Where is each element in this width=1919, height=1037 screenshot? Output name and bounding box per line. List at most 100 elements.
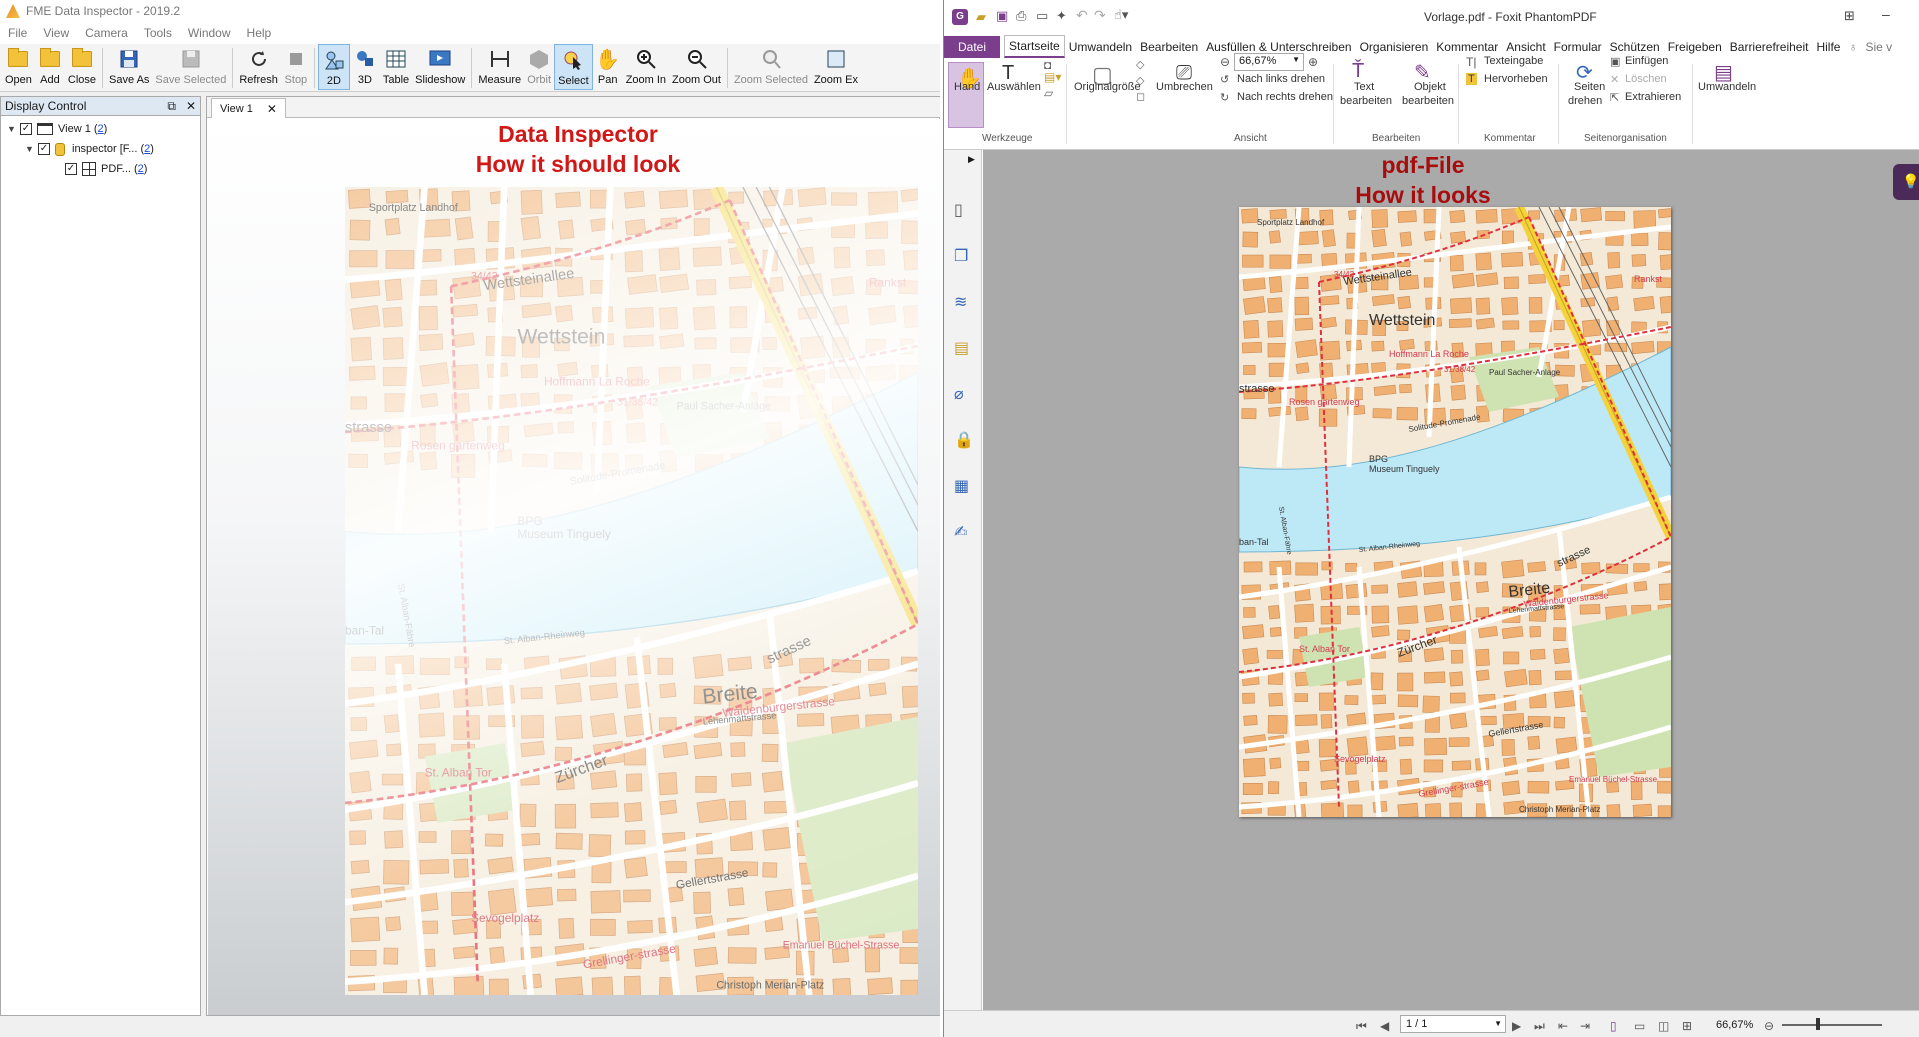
last-page-icon[interactable]: ⏭: [1534, 1019, 1545, 1034]
menu-tools[interactable]: Tools: [136, 26, 180, 40]
originalgroesse-button[interactable]: Originalgröße: [1074, 81, 1141, 93]
hervorheben-button[interactable]: Hervorheben: [1484, 73, 1548, 85]
stop-button[interactable]: Stop: [281, 44, 311, 90]
assistant-tab[interactable]: 💡: [1893, 164, 1919, 200]
tree-row-pdf[interactable]: ✓ PDF... (2): [65, 161, 147, 177]
forward-view-icon[interactable]: ⇥: [1580, 1019, 1590, 1033]
print-icon[interactable]: ⎙: [1016, 8, 1026, 24]
close-tab-icon[interactable]: ✕: [267, 102, 277, 116]
zoom-in-icon[interactable]: ⊕: [1308, 55, 1318, 69]
save-selected-button[interactable]: Save Selected: [152, 44, 229, 90]
einfuegen-button[interactable]: Einfügen: [1625, 55, 1668, 67]
measure-button[interactable]: Measure: [475, 44, 524, 90]
new-icon[interactable]: ✦: [1056, 8, 1067, 24]
tree-row-view[interactable]: ▼ ✓ View 1 (2): [7, 121, 107, 137]
back-view-icon[interactable]: ⇤: [1558, 1019, 1568, 1033]
tab-organisieren[interactable]: Organisieren: [1356, 40, 1433, 58]
add-button[interactable]: Add: [35, 44, 65, 90]
loeschen-button[interactable]: Löschen: [1625, 73, 1667, 85]
expand-panel-icon[interactable]: ▶: [968, 154, 975, 165]
zoom-selected-button[interactable]: Zoom Selected: [731, 44, 811, 90]
single-page-icon[interactable]: ▯: [1610, 1019, 1617, 1033]
menu-window[interactable]: Window: [180, 26, 239, 40]
fit-page-icon[interactable]: ◇: [1136, 58, 1144, 71]
tab-barrierefreiheit[interactable]: Barrierefreiheit: [1726, 40, 1813, 58]
menu-help[interactable]: Help: [239, 26, 280, 40]
zoom-out-button[interactable]: Zoom Out: [669, 44, 724, 90]
auswaehlen-button[interactable]: Auswählen: [987, 81, 1041, 93]
pages-icon[interactable]: ❐: [954, 246, 968, 266]
rotate-right-button[interactable]: Nach rechts drehen: [1237, 91, 1333, 103]
search-hint[interactable]: Sie v: [1861, 40, 1896, 58]
table-button[interactable]: Table: [380, 44, 412, 90]
continuous-icon[interactable]: ▭: [1634, 1019, 1645, 1033]
view-2d-button[interactable]: 2D: [317, 44, 350, 90]
tab-hilfe[interactable]: Hilfe: [1812, 40, 1844, 58]
umwandeln-button[interactable]: Umwandeln: [1698, 81, 1756, 93]
menu-view[interactable]: View: [35, 26, 77, 40]
link-icon[interactable]: ▱: [1044, 86, 1053, 100]
tab-umwandeln[interactable]: Umwandeln: [1065, 40, 1136, 58]
comments-icon[interactable]: ▤: [954, 338, 969, 358]
prev-page-icon[interactable]: ◀: [1380, 1019, 1389, 1033]
layers-icon[interactable]: ≋: [954, 292, 967, 312]
zoom-slider[interactable]: [1782, 1024, 1882, 1026]
tab-view-1[interactable]: View 1 ✕: [211, 98, 286, 118]
minimize-icon[interactable]: –: [1882, 6, 1890, 22]
zoom-in-button[interactable]: Zoom In: [623, 44, 669, 90]
open-button[interactable]: Open: [2, 44, 35, 90]
orbit-button[interactable]: Orbit: [524, 44, 554, 90]
rotate-left-button[interactable]: Nach links drehen: [1237, 73, 1325, 85]
tree-row-inspector[interactable]: ▼ ✓ inspector [F... (2): [25, 141, 154, 157]
save-as-button[interactable]: Save As: [106, 44, 152, 90]
restore-icon[interactable]: ⧉: [167, 99, 176, 113]
tab-freigeben[interactable]: Freigeben: [1664, 40, 1726, 58]
objekt-line2[interactable]: bearbeiten: [1402, 95, 1454, 107]
view-3d-button[interactable]: 3D: [350, 44, 380, 90]
refresh-button[interactable]: Refresh: [236, 44, 281, 90]
seiten-line2[interactable]: drehen: [1568, 95, 1602, 107]
checkbox[interactable]: ✓: [20, 123, 32, 135]
close-panel-icon[interactable]: ✕: [186, 99, 196, 113]
text-bearbeiten-line2[interactable]: bearbeiten: [1340, 95, 1392, 107]
pan-button[interactable]: ✋ Pan: [593, 44, 623, 90]
seiten-line1[interactable]: Seiten: [1574, 81, 1605, 93]
window-settings-icon[interactable]: ⊞: [1844, 8, 1855, 24]
zoom-select[interactable]: 66,67% ▼: [1234, 53, 1304, 71]
slideshow-button[interactable]: Slideshow: [412, 44, 468, 90]
map-canvas[interactable]: Data Inspector How it should look Wettst…: [208, 119, 940, 1015]
attachment-icon[interactable]: ⌀: [954, 384, 964, 404]
next-page-icon[interactable]: ▶: [1512, 1019, 1521, 1033]
zoom-extents-button[interactable]: Zoom Ex: [811, 44, 861, 90]
zoom-slider-thumb[interactable]: [1816, 1018, 1820, 1030]
extrahieren-button[interactable]: Extrahieren: [1625, 91, 1681, 103]
foxit-document-area[interactable]: pdf-File How it looks Wettstein Wettstein…: [983, 150, 1919, 1010]
undo-icon[interactable]: ↶: [1076, 7, 1088, 24]
first-page-icon[interactable]: ⏮: [1356, 1019, 1367, 1034]
clipboard-icon[interactable]: ▤▾: [1044, 70, 1061, 84]
texteingabe-button[interactable]: Texteingabe: [1484, 55, 1543, 67]
tab-formular[interactable]: Formular: [1550, 40, 1606, 58]
chevron-down-icon[interactable]: ▼: [25, 144, 35, 154]
tab-startseite[interactable]: Startseite: [1004, 35, 1065, 58]
tab-datei[interactable]: Datei: [944, 36, 1001, 58]
fit-visible-icon[interactable]: ◻: [1136, 90, 1145, 103]
fit-width-icon[interactable]: ◇: [1136, 74, 1144, 87]
continuous-facing-icon[interactable]: ⊞: [1682, 1019, 1692, 1033]
checkbox[interactable]: ✓: [38, 143, 50, 155]
bookmark-icon[interactable]: ▯: [954, 200, 963, 220]
facing-icon[interactable]: ◫: [1658, 1019, 1669, 1033]
tab-bearbeiten[interactable]: Bearbeiten: [1136, 40, 1202, 58]
open-icon[interactable]: ▰: [976, 9, 986, 25]
scan-icon[interactable]: ▭: [1036, 8, 1048, 24]
menu-camera[interactable]: Camera: [77, 26, 136, 40]
menu-file[interactable]: File: [0, 26, 35, 40]
close-button[interactable]: Close: [65, 44, 99, 90]
zoom-out-icon[interactable]: ⊖: [1220, 55, 1230, 69]
hand-quick-icon[interactable]: ☝▾: [1114, 7, 1128, 23]
form-icon[interactable]: ▦: [954, 476, 969, 496]
redo-icon[interactable]: ↷: [1094, 7, 1106, 24]
checkbox[interactable]: ✓: [65, 163, 77, 175]
save-icon[interactable]: ▣: [996, 8, 1008, 24]
chevron-down-icon[interactable]: ▼: [7, 124, 17, 134]
